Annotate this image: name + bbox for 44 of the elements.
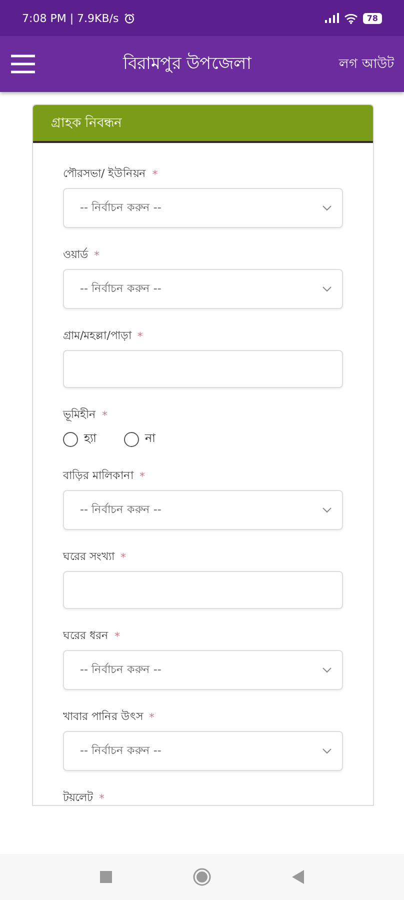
radio-option[interactable]: না: [124, 429, 155, 449]
field-label: ওয়ার্ড: [63, 248, 88, 262]
field-label: ঘরের ধরন: [63, 629, 108, 643]
field-label: খাবার পানির উৎস: [63, 710, 143, 724]
field-label: বাড়ির মালিকানা: [63, 469, 134, 483]
required-mark: *: [94, 248, 100, 262]
menu-icon[interactable]: [10, 54, 36, 74]
field-label: ভূমিহীন: [63, 408, 96, 422]
field-label: গ্রাম/মহল্লা/পাড়া: [63, 329, 132, 343]
dropdown-field[interactable]: -- নির্বাচন করুন --: [63, 731, 343, 771]
alarm-icon: [124, 12, 135, 24]
back-icon[interactable]: [292, 870, 304, 884]
dropdown-field[interactable]: -- নির্বাচন করুন --: [63, 490, 343, 530]
field-label: ঘরের সংখ্যা: [63, 550, 114, 564]
required-mark: *: [140, 470, 145, 482]
required-mark: *: [114, 630, 120, 642]
signal-icon: [324, 13, 339, 23]
required-mark: *: [152, 168, 158, 180]
recents-icon[interactable]: [100, 871, 112, 883]
dropdown-field[interactable]: -- নির্বাচন করুন --: [63, 650, 343, 690]
dropdown-field[interactable]: -- নির্বাচন করুন --: [63, 188, 343, 228]
required-mark: *: [102, 408, 108, 422]
input-field[interactable]: [63, 350, 343, 388]
home-icon[interactable]: [192, 868, 211, 886]
chevron-down-icon: [322, 286, 332, 292]
chevron-down-icon: [322, 748, 332, 754]
required-mark: *: [149, 710, 154, 724]
dropdown-field[interactable]: -- নির্বাচন করুন --: [63, 269, 343, 309]
field-label: টয়লেট: [63, 791, 93, 805]
radio-option[interactable]: হ্যা: [63, 429, 96, 449]
required-mark: *: [137, 330, 143, 342]
card-title: গ্রাহক নিবন্ধন: [33, 105, 373, 143]
chevron-down-icon: [322, 667, 332, 673]
battery-icon: 78: [362, 12, 382, 24]
chevron-down-icon: [322, 205, 332, 211]
input-field[interactable]: [63, 571, 343, 609]
required-mark: *: [120, 550, 126, 564]
chevron-down-icon: [322, 507, 332, 513]
field-label: পৌরসভা/ ইউনিয়ন: [63, 167, 146, 181]
wifi-icon: [344, 12, 358, 24]
required-mark: *: [99, 792, 104, 804]
status-time: 7:08 PM | 7.9KB/s: [22, 12, 119, 24]
app-title: বিরামপুর উপজেলা: [122, 52, 253, 76]
logout-button[interactable]: লগ আউট: [338, 54, 394, 74]
